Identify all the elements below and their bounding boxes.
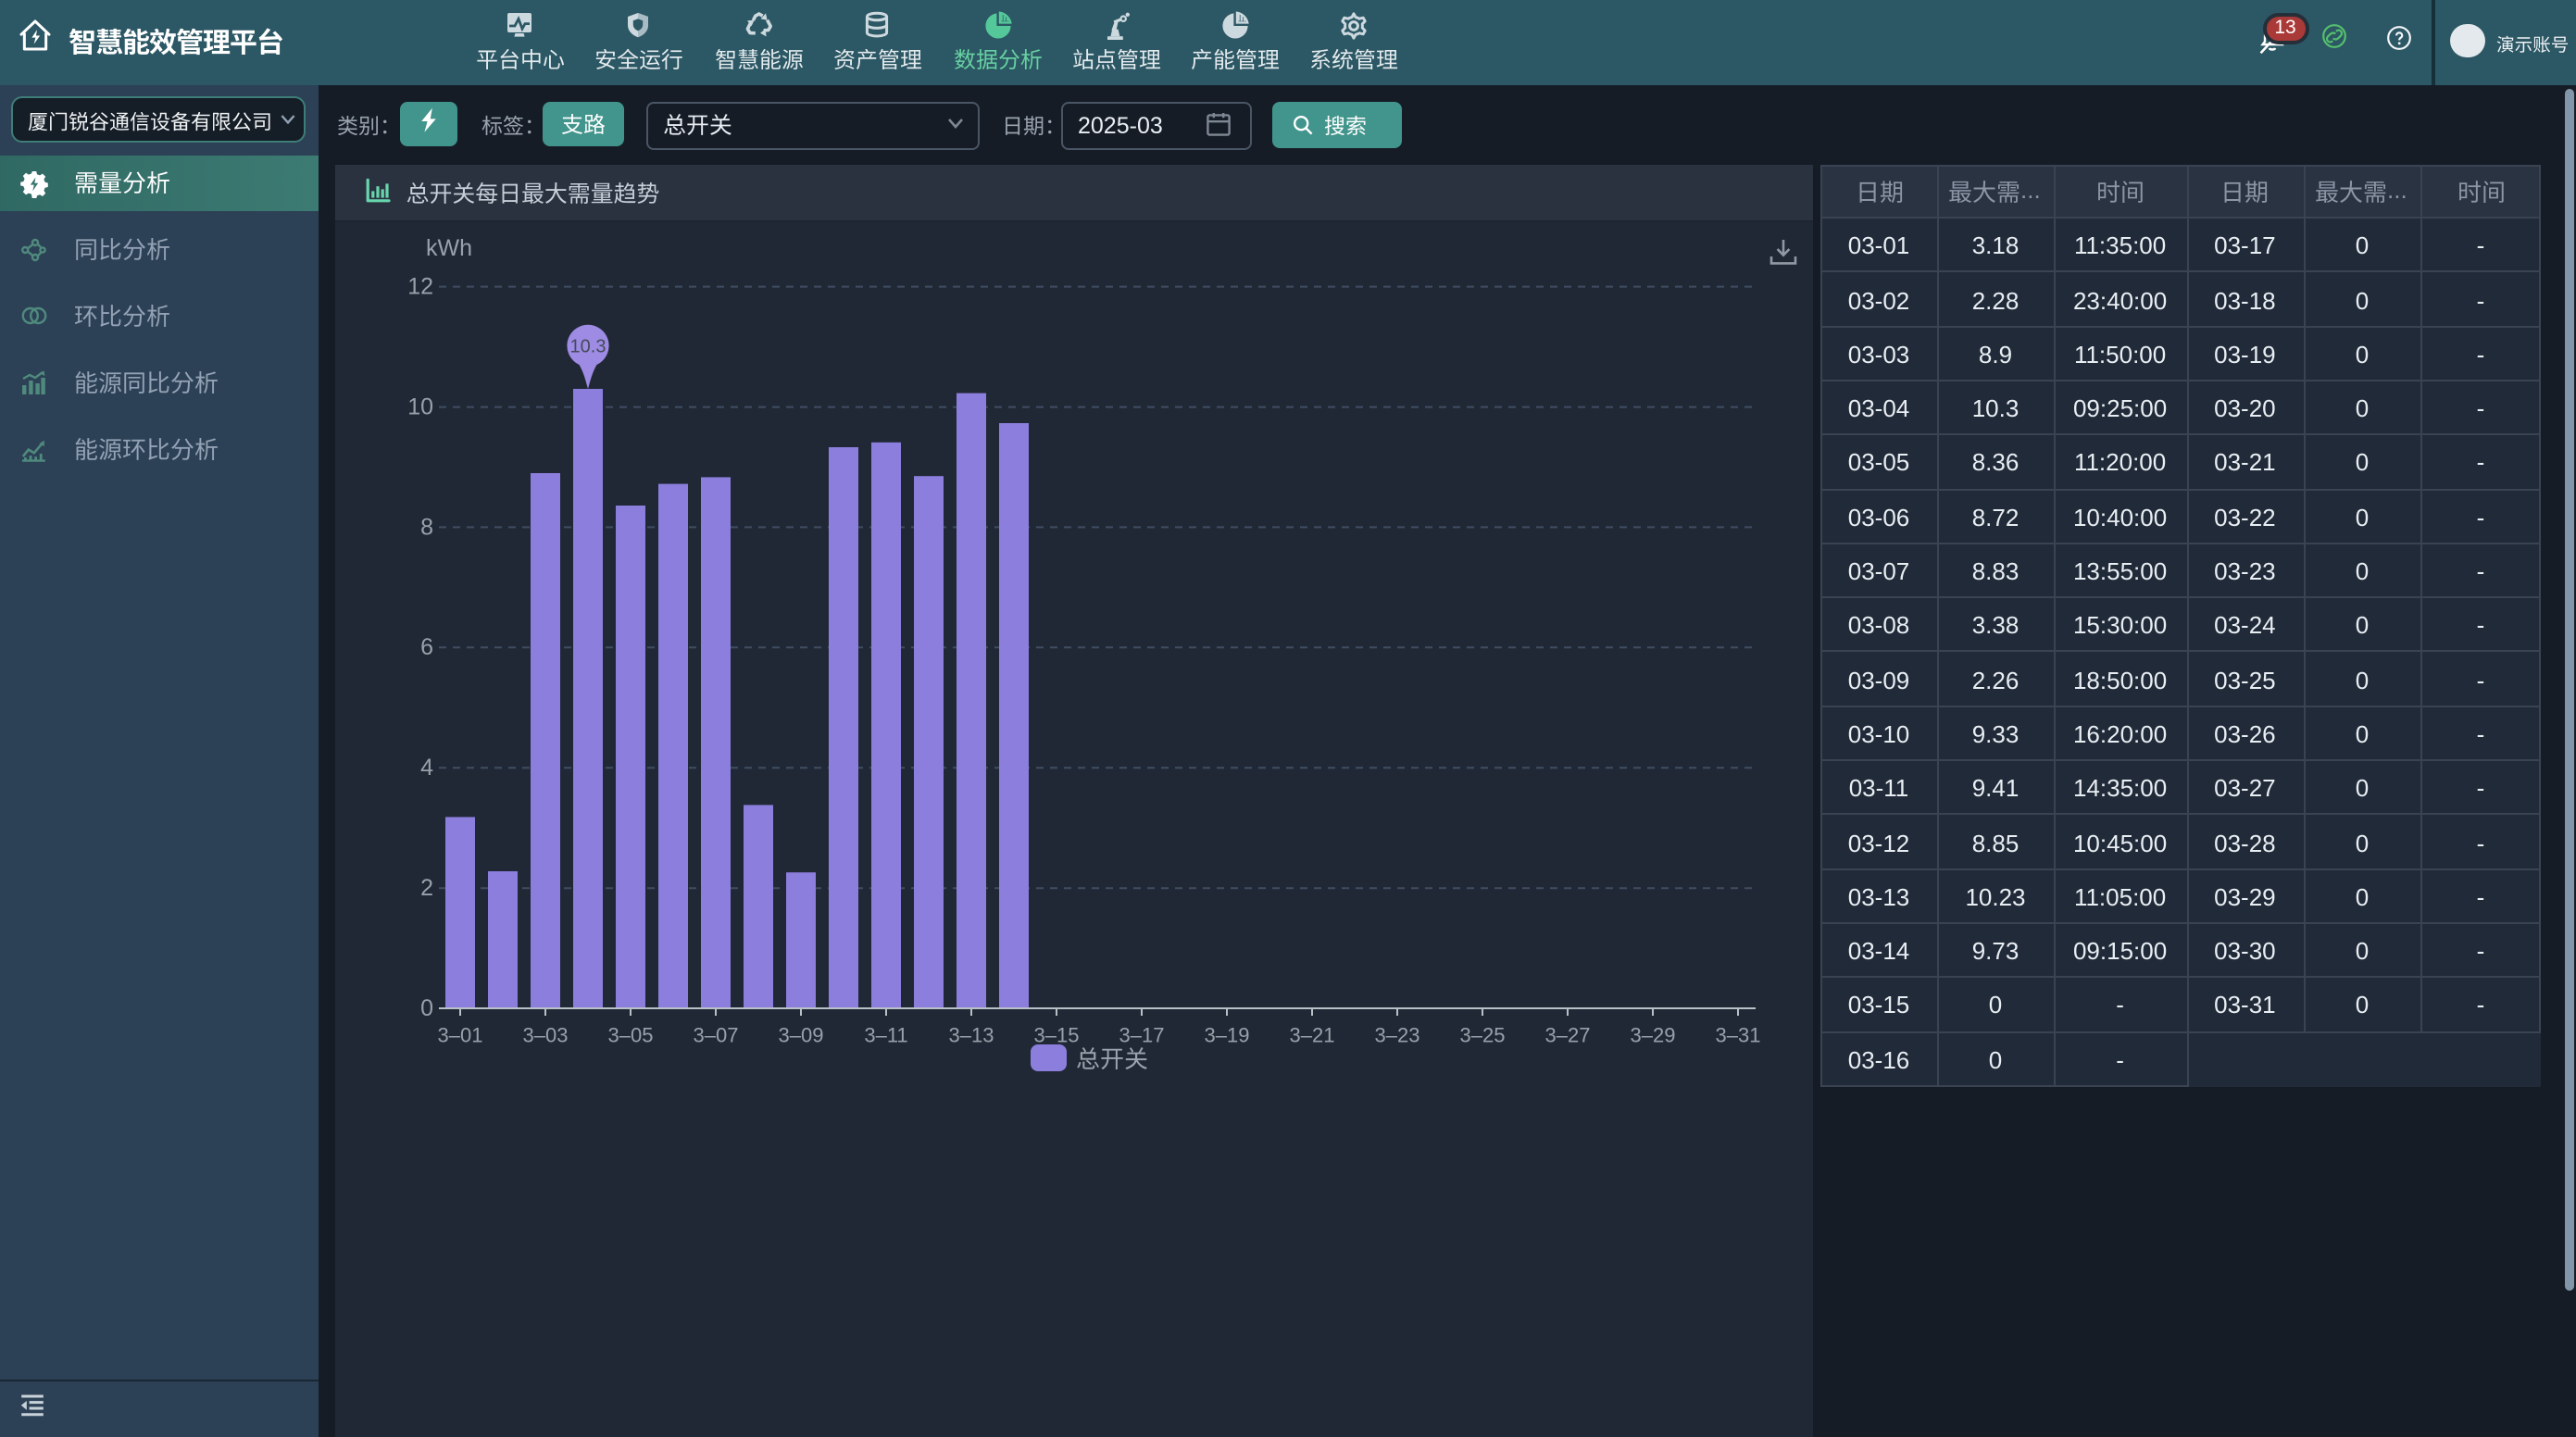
svg-text:3–21: 3–21 (1290, 1023, 1335, 1046)
svg-text:3–03: 3–03 (523, 1023, 569, 1046)
svg-text:3–15: 3–15 (1034, 1023, 1080, 1046)
svg-text:3–17: 3–17 (1119, 1023, 1165, 1046)
svg-text:3–09: 3–09 (779, 1023, 824, 1046)
svg-text:3–13: 3–13 (949, 1023, 994, 1046)
svg-text:3–11: 3–11 (864, 1023, 907, 1046)
svg-text:10.3: 10.3 (570, 336, 606, 356)
svg-text:2: 2 (420, 875, 433, 901)
svg-text:3–05: 3–05 (608, 1023, 654, 1046)
svg-text:3–01: 3–01 (438, 1023, 483, 1046)
svg-text:3–27: 3–27 (1545, 1023, 1591, 1046)
svg-text:3–07: 3–07 (694, 1023, 739, 1046)
svg-text:kWh: kWh (426, 235, 472, 261)
svg-text:4: 4 (420, 755, 433, 781)
svg-text:3–25: 3–25 (1460, 1023, 1506, 1046)
svg-text:12: 12 (407, 274, 433, 300)
svg-text:0: 0 (420, 995, 433, 1021)
svg-text:10: 10 (407, 394, 433, 420)
svg-text:3–29: 3–29 (1631, 1023, 1676, 1046)
svg-text:3–19: 3–19 (1205, 1023, 1250, 1046)
svg-text:6: 6 (420, 634, 433, 660)
svg-text:8: 8 (420, 514, 433, 540)
svg-text:3–31: 3–31 (1716, 1023, 1761, 1046)
svg-text:3–23: 3–23 (1375, 1023, 1420, 1046)
